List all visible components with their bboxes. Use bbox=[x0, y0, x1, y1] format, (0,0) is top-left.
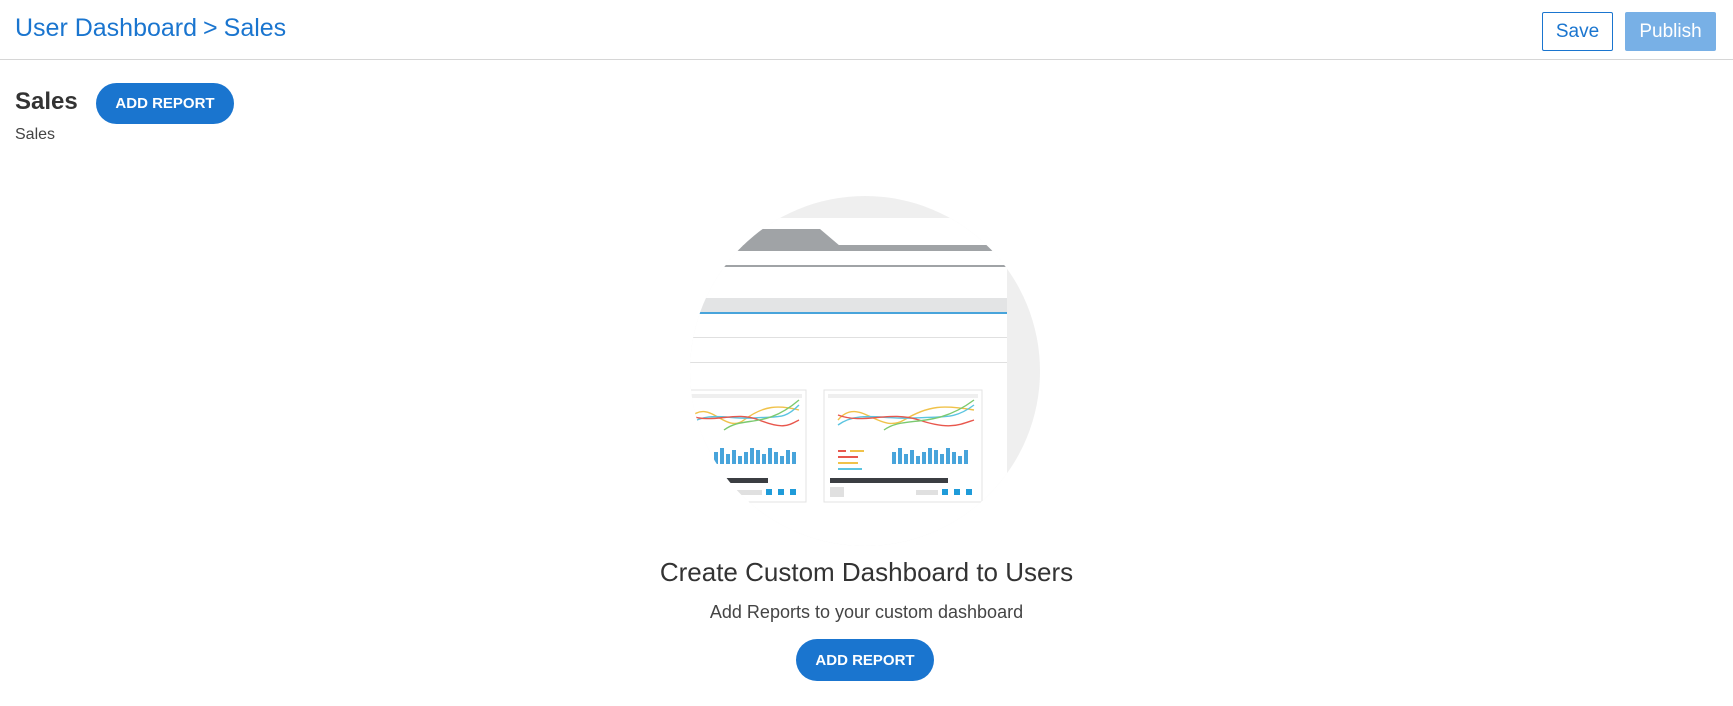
breadcrumb-user-dashboard[interactable]: User Dashboard bbox=[15, 14, 197, 43]
section-subtitle: Sales bbox=[15, 126, 56, 143]
top-bar: User Dashboard > Sales Save Publish bbox=[0, 0, 1733, 60]
publish-button[interactable]: Publish bbox=[1625, 12, 1716, 51]
dashboard-illustration bbox=[690, 196, 1040, 546]
add-report-button[interactable]: ADD REPORT bbox=[796, 639, 934, 681]
empty-state-subtitle: Add Reports to your custom dashboard bbox=[709, 602, 1024, 622]
breadcrumb: User Dashboard > Sales bbox=[15, 14, 286, 43]
save-button[interactable]: Save bbox=[1542, 12, 1613, 51]
section-title: Sales bbox=[15, 88, 78, 115]
breadcrumb-separator-icon: > bbox=[203, 14, 218, 42]
empty-state-title: Create Custom Dashboard to Users bbox=[659, 557, 1074, 587]
breadcrumb-sales[interactable]: Sales bbox=[224, 14, 287, 43]
add-report-button-header[interactable]: ADD REPORT bbox=[96, 83, 234, 124]
